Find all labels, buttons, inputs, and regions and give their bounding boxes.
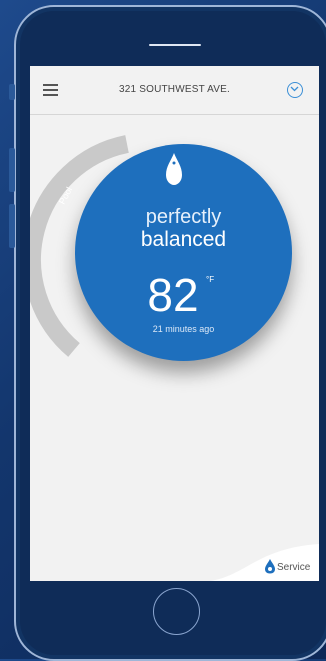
- volume-down-button: [9, 204, 15, 248]
- service-drop-icon[interactable]: [264, 558, 276, 574]
- earpiece-speaker: [149, 44, 201, 46]
- pool-sensor-icon: [166, 153, 182, 185]
- address-label: 321 SOUTHWEST AVE.: [118, 84, 231, 95]
- temperature-value: 82: [147, 269, 199, 321]
- chevron-down-icon[interactable]: [287, 82, 303, 98]
- hamburger-menu-icon[interactable]: [43, 84, 58, 96]
- home-button[interactable]: [153, 588, 200, 635]
- temperature-unit: °F: [206, 275, 215, 284]
- status-line-1: perfectly: [145, 206, 222, 228]
- service-button[interactable]: Service: [277, 562, 310, 573]
- volume-up-button: [9, 148, 15, 192]
- app-screen: 321 SOUTHWEST AVE. Pool perfectly balanc…: [30, 66, 319, 581]
- last-updated: 21 minutes ago: [152, 324, 215, 334]
- mute-switch: [9, 84, 15, 100]
- top-bar: 321 SOUTHWEST AVE.: [30, 66, 319, 115]
- status-line-2: balanced: [140, 228, 227, 251]
